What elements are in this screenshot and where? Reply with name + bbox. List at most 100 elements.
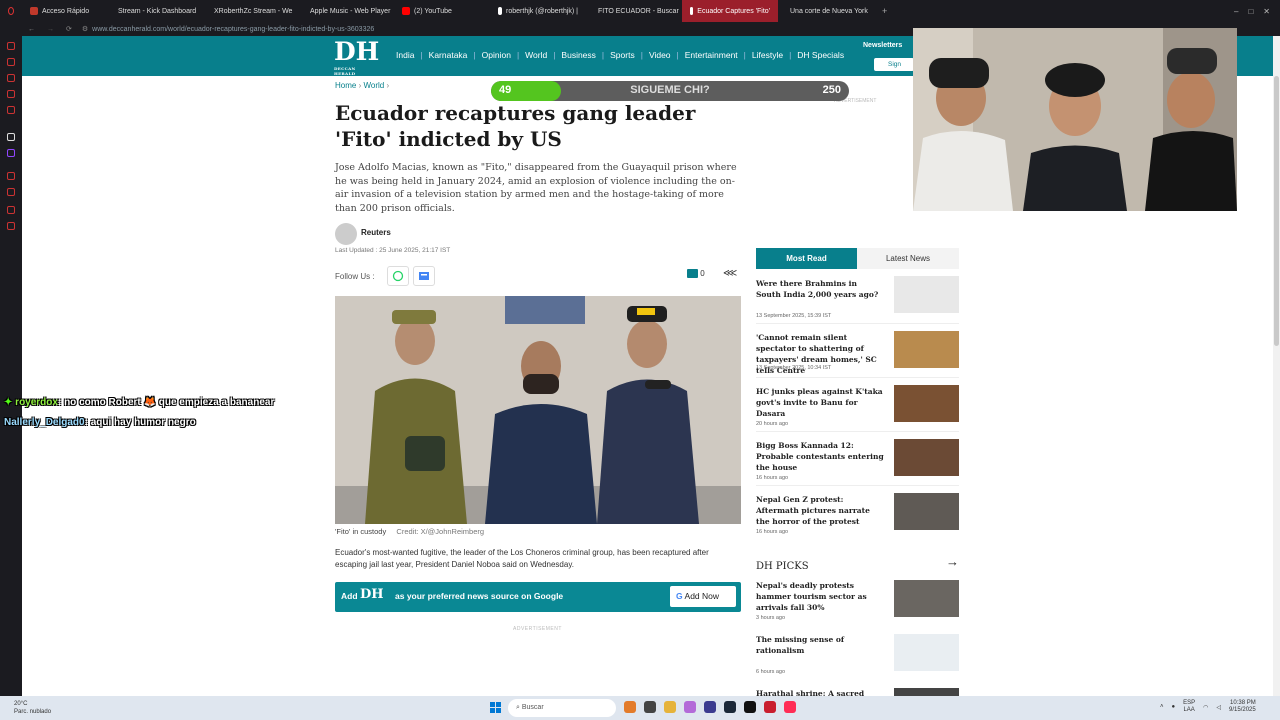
new-tab-button[interactable]: + bbox=[874, 0, 895, 22]
app-icon[interactable] bbox=[684, 701, 696, 713]
sidebar-icon[interactable] bbox=[7, 42, 15, 50]
volume-icon[interactable]: ◁ bbox=[1216, 704, 1221, 711]
browser-icon[interactable] bbox=[764, 701, 776, 713]
most-read-thumbnail[interactable] bbox=[894, 493, 959, 530]
google-news-icon[interactable] bbox=[413, 266, 435, 286]
sidebar-icon[interactable] bbox=[7, 188, 15, 196]
start-button[interactable] bbox=[490, 702, 501, 713]
add-now-button[interactable]: G Add Now bbox=[670, 586, 736, 607]
nav-item[interactable]: World bbox=[525, 50, 547, 60]
dh-pick-thumbnail[interactable] bbox=[894, 634, 959, 671]
back-icon[interactable]: ← bbox=[28, 26, 35, 33]
mic-icon[interactable]: ● bbox=[1172, 704, 1176, 710]
file-explorer-icon[interactable] bbox=[664, 701, 676, 713]
sidebar-icon[interactable] bbox=[7, 106, 15, 114]
nav-item[interactable]: Sports bbox=[610, 50, 635, 60]
browser-tab[interactable]: FITO ECUADOR - Buscar bbox=[586, 0, 682, 22]
sidebar-icon[interactable] bbox=[7, 74, 15, 82]
steam-icon[interactable] bbox=[724, 701, 736, 713]
browser-tab[interactable]: Acceso Rápido bbox=[22, 0, 106, 22]
most-read-item[interactable]: Nepal Gen Z protest: Aftermath pictures … bbox=[756, 493, 959, 542]
share-icon[interactable]: ⋘ bbox=[723, 268, 737, 279]
wifi-icon[interactable]: ◠ bbox=[1203, 704, 1208, 711]
maximize-icon[interactable]: □ bbox=[1248, 7, 1253, 16]
browser-menu-icon[interactable] bbox=[0, 0, 22, 22]
dh-logo[interactable]: DH DECCAN HERALD bbox=[334, 38, 379, 77]
dh-pick-item[interactable]: Nepal's deadly protests hammer tourism s… bbox=[756, 580, 959, 628]
comment-button[interactable]: 0 bbox=[687, 269, 705, 279]
browser-tab[interactable]: roberthjk (@roberthjk) | bbox=[490, 0, 586, 22]
nav-item[interactable]: Lifestyle bbox=[752, 50, 783, 60]
nav-item[interactable]: Opinion bbox=[482, 50, 511, 60]
most-read-thumbnail[interactable] bbox=[894, 331, 959, 368]
nav-item[interactable]: Karnataka bbox=[429, 50, 468, 60]
scrollbar-thumb[interactable] bbox=[1274, 76, 1279, 346]
dh-pick-thumbnail[interactable] bbox=[894, 580, 959, 617]
dh-pick-title[interactable]: The missing sense of rationalism bbox=[756, 634, 884, 656]
newsletters-link[interactable]: Newsletters bbox=[863, 42, 902, 49]
sign-in-button[interactable]: Sign bbox=[874, 58, 914, 71]
terminal-icon[interactable] bbox=[744, 701, 756, 713]
browser-tab[interactable]: Una corte de Nueva York bbox=[778, 0, 874, 22]
language-indicator[interactable]: ESP LAA bbox=[1183, 700, 1195, 714]
app-icon[interactable] bbox=[784, 701, 796, 713]
nav-item[interactable]: India bbox=[396, 50, 414, 60]
most-read-title[interactable]: HC junks pleas against K'taka govt's inv… bbox=[756, 386, 884, 419]
dh-pick-thumbnail[interactable] bbox=[894, 688, 959, 696]
most-read-item[interactable]: Bigg Boss Kannada 12: Probable contestan… bbox=[756, 439, 959, 488]
reload-icon[interactable]: ⟳ bbox=[66, 25, 72, 33]
sidebar-icon[interactable] bbox=[7, 133, 15, 141]
task-view-icon[interactable] bbox=[644, 701, 656, 713]
weather-widget[interactable]: 20°C Parc. nublado bbox=[14, 700, 51, 716]
add-preferred-source-banner[interactable]: Add DH as your preferred news source on … bbox=[335, 582, 741, 612]
browser-tab[interactable]: (2) YouTube bbox=[394, 0, 490, 22]
most-read-thumbnail[interactable] bbox=[894, 439, 959, 476]
minimize-icon[interactable]: – bbox=[1234, 7, 1238, 16]
copilot-icon[interactable] bbox=[624, 701, 636, 713]
dh-pick-title[interactable]: Harathal shrine: A sacred space bbox=[756, 688, 884, 696]
taskbar-search[interactable]: ⌕ Buscar bbox=[508, 699, 616, 717]
most-read-item[interactable]: 'Cannot remain silent spectator to shatt… bbox=[756, 331, 959, 380]
nav-item[interactable]: Entertainment bbox=[685, 50, 738, 60]
sidebar-icon[interactable] bbox=[7, 90, 15, 98]
search-placeholder: Buscar bbox=[521, 704, 544, 711]
forward-icon[interactable]: → bbox=[47, 26, 54, 33]
sidebar-icon[interactable] bbox=[7, 222, 15, 230]
url-field[interactable]: www.deccanherald.com/world/ecuador-recap… bbox=[92, 26, 374, 33]
most-read-title[interactable]: Bigg Boss Kannada 12: Probable contestan… bbox=[756, 440, 884, 473]
tab-latest-news[interactable]: Latest News bbox=[857, 248, 959, 269]
arrow-right-icon[interactable]: → bbox=[946, 554, 959, 569]
most-read-title[interactable]: Nepal Gen Z protest: Aftermath pictures … bbox=[756, 494, 884, 527]
dh-pick-title[interactable]: Nepal's deadly protests hammer tourism s… bbox=[756, 580, 884, 613]
most-read-item[interactable]: HC junks pleas against K'taka govt's inv… bbox=[756, 385, 959, 434]
nav-item[interactable]: DH Specials bbox=[797, 50, 844, 60]
tray-chevron-icon[interactable]: ˄ bbox=[1160, 704, 1164, 710]
author-name[interactable]: Reuters bbox=[361, 228, 391, 237]
most-read-title[interactable]: Were there Brahmins in South India 2,000… bbox=[756, 278, 884, 300]
whatsapp-icon[interactable] bbox=[387, 266, 409, 286]
site-info-icon[interactable]: ⚙ bbox=[82, 25, 88, 33]
twitch-icon[interactable] bbox=[7, 149, 15, 157]
browser-sidebar bbox=[0, 36, 22, 696]
nav-item[interactable]: Business bbox=[561, 50, 596, 60]
sidebar-icon[interactable] bbox=[7, 58, 15, 66]
clock[interactable]: 10:38 PM 9/15/2025 bbox=[1229, 700, 1256, 714]
sidebar-icon[interactable] bbox=[7, 206, 15, 214]
browser-tab[interactable]: XRoberthZc Stream - We bbox=[202, 0, 298, 22]
browser-tab[interactable]: Ecuador Captures 'Fito' bbox=[682, 0, 778, 22]
close-icon[interactable]: ✕ bbox=[1263, 7, 1270, 16]
obs-icon[interactable] bbox=[704, 701, 716, 713]
most-read-item[interactable]: Were there Brahmins in South India 2,000… bbox=[756, 276, 959, 326]
dh-pick-item[interactable]: The missing sense of rationalism 6 hours … bbox=[756, 634, 959, 682]
tab-most-read[interactable]: Most Read bbox=[756, 248, 857, 269]
most-read-thumbnail[interactable] bbox=[894, 276, 959, 313]
browser-tab[interactable]: Stream - Kick Dashboard bbox=[106, 0, 202, 22]
breadcrumb-world[interactable]: World bbox=[363, 81, 384, 90]
nav-item[interactable]: Video bbox=[649, 50, 671, 60]
browser-tab[interactable]: Apple Music - Web Player bbox=[298, 0, 394, 22]
most-read-thumbnail[interactable] bbox=[894, 385, 959, 422]
sidebar-icon[interactable] bbox=[7, 172, 15, 180]
dh-pick-item[interactable]: Harathal shrine: A sacred space bbox=[756, 688, 959, 696]
breadcrumb-home[interactable]: Home bbox=[335, 81, 356, 90]
page-scrollbar[interactable] bbox=[1273, 36, 1280, 696]
